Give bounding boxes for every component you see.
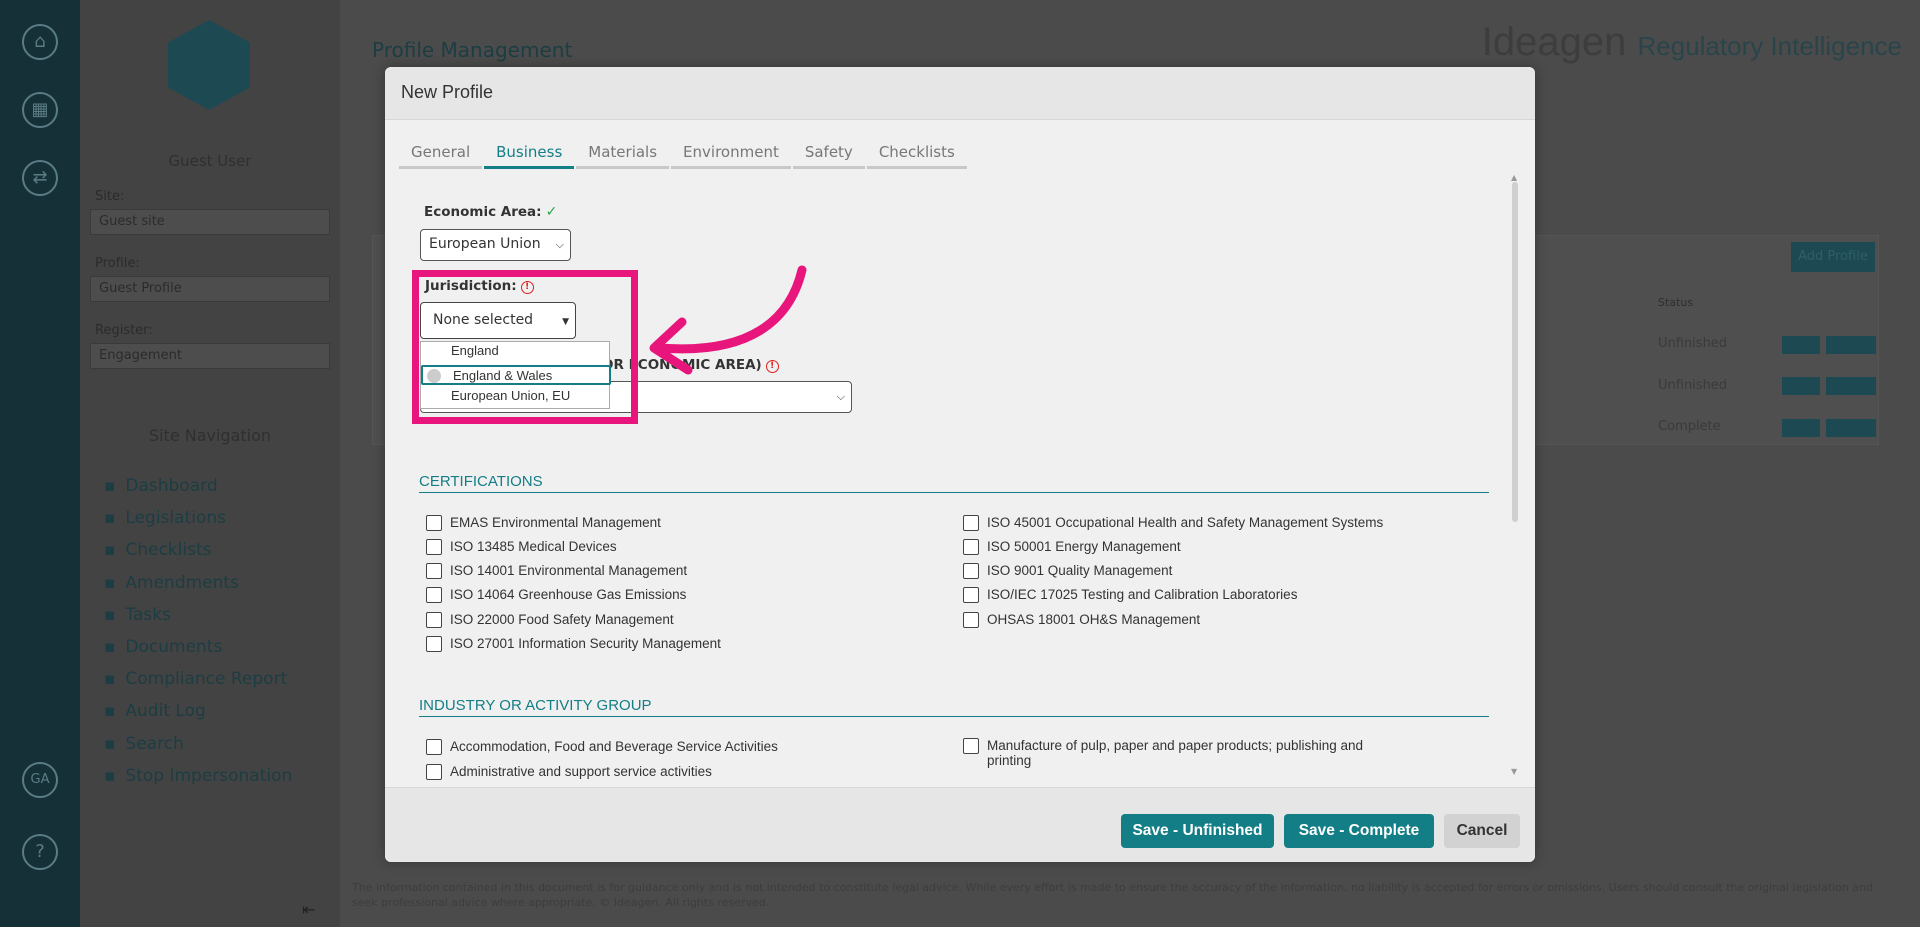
certification-option[interactable]: ISO 50001 Energy Management [963, 539, 1181, 555]
checkbox[interactable] [426, 764, 442, 780]
home-icon[interactable]: ⌂ [22, 24, 58, 60]
industry-option[interactable]: Manufacture of pulp, paper and paper pro… [963, 738, 1403, 768]
left-rail: ⌂ ▦ ⇄ GA ? [0, 0, 80, 927]
certification-option[interactable]: ISO 27001 Information Security Managemen… [426, 636, 721, 652]
tab-general[interactable]: General [399, 137, 483, 169]
checkbox[interactable] [426, 739, 442, 755]
copy-button[interactable] [1826, 336, 1876, 354]
modal-tabs: General Business Materials Environment S… [399, 137, 969, 169]
chevron-down-icon: ⌵ [555, 238, 564, 251]
certification-option[interactable]: ISO/IEC 17025 Testing and Calibration La… [963, 587, 1297, 603]
switch-icon[interactable]: ⇄ [22, 160, 58, 196]
register-select[interactable]: Engagement [90, 343, 330, 369]
status-cell: Unfinished [1658, 378, 1728, 393]
certification-option[interactable]: ISO 14064 Greenhouse Gas Emissions [426, 587, 686, 603]
checkbox[interactable] [963, 563, 979, 579]
building-icon[interactable]: ▦ [22, 92, 58, 128]
brand-logo: Ideagen Regulatory Intelligence [1481, 20, 1902, 64]
checkbox[interactable] [963, 738, 979, 754]
page-title: Profile Management [372, 38, 573, 62]
site-select[interactable]: Guest site [90, 209, 330, 235]
nav-item-legislations[interactable]: ▪ Legislations [104, 502, 292, 534]
tab-environment[interactable]: Environment [671, 137, 791, 169]
nav-item-dashboard[interactable]: ▪ Dashboard [104, 470, 292, 502]
copy-button[interactable] [1826, 377, 1876, 395]
check-icon: ✓ [545, 204, 558, 220]
nav-item-audit-log[interactable]: ▪ Audit Log [104, 695, 292, 727]
add-profile-button[interactable]: Add Profile [1791, 242, 1875, 272]
scroll-thumb[interactable] [1512, 182, 1518, 522]
edit-button[interactable] [1782, 419, 1820, 437]
save-unfinished-button[interactable]: Save - Unfinished [1121, 814, 1274, 848]
avatar[interactable]: GA [22, 762, 58, 798]
economic-area-select[interactable]: European Union ⌵ [420, 229, 571, 261]
certification-option[interactable]: ISO 45001 Occupational Health and Safety… [963, 515, 1383, 531]
nav-item-compliance-report[interactable]: ▪ Compliance Report [104, 663, 292, 695]
checkbox[interactable] [963, 515, 979, 531]
nav-item-stop-impersonation[interactable]: ▪ Stop Impersonation [104, 760, 292, 792]
save-complete-button[interactable]: Save - Complete [1284, 814, 1434, 848]
modal-title: New Profile [401, 82, 494, 102]
checkbox[interactable] [426, 612, 442, 628]
checkbox[interactable] [426, 563, 442, 579]
pointer-arrow-icon [649, 265, 807, 375]
economic-area-label: Economic Area: ✓ [424, 204, 558, 220]
site-label: Site: [95, 189, 125, 204]
profile-label: Profile: [95, 256, 140, 271]
checkbox[interactable] [426, 515, 442, 531]
certification-option[interactable]: ISO 13485 Medical Devices [426, 539, 617, 555]
status-cell: Complete [1658, 419, 1721, 434]
help-icon[interactable]: ? [22, 834, 58, 870]
checkbox[interactable] [963, 539, 979, 555]
checkbox[interactable] [963, 612, 979, 628]
register-label: Register: [95, 323, 153, 338]
industry-title: INDUSTRY OR ACTIVITY GROUP [419, 697, 1489, 717]
checkbox[interactable] [963, 587, 979, 603]
collapse-sidebar-icon[interactable]: ⇤ [302, 900, 315, 919]
scroll-up-icon[interactable]: ▲ [1511, 173, 1517, 182]
nav-item-tasks[interactable]: ▪ Tasks [104, 599, 292, 631]
sidebar-user-name: Guest User [168, 152, 252, 170]
certification-option[interactable]: ISO 14001 Environmental Management [426, 563, 687, 579]
footer-disclaimer: The information contained in this docume… [352, 881, 1874, 909]
checkbox[interactable] [426, 587, 442, 603]
new-profile-modal: New Profile General Business Materials E… [385, 67, 1535, 862]
scroll-down-icon[interactable]: ▼ [1511, 767, 1517, 776]
highlight-box [412, 270, 638, 424]
copy-button[interactable] [1826, 419, 1876, 437]
tab-business[interactable]: Business [484, 137, 575, 169]
chevron-down-icon: ⌵ [836, 390, 845, 403]
certifications-title: CERTIFICATIONS [419, 473, 1489, 493]
tab-safety[interactable]: Safety [792, 137, 865, 169]
site-navigation: ▪ Dashboard ▪ Legislations ▪ Checklists … [104, 470, 292, 792]
certification-option[interactable]: ISO 9001 Quality Management [963, 563, 1172, 579]
modal-header [385, 67, 1535, 120]
status-cell: Unfinished [1658, 336, 1728, 351]
nav-item-documents[interactable]: ▪ Documents [104, 631, 292, 663]
nav-item-checklists[interactable]: ▪ Checklists [104, 534, 292, 566]
certification-option[interactable]: ISO 22000 Food Safety Management [426, 612, 674, 628]
checkbox[interactable] [426, 539, 442, 555]
nav-item-search[interactable]: ▪ Search [104, 728, 292, 760]
nav-item-amendments[interactable]: ▪ Amendments [104, 567, 292, 599]
cancel-button[interactable]: Cancel [1444, 814, 1520, 848]
status-column-header: Status [1658, 296, 1694, 309]
certification-option[interactable]: OHSAS 18001 OH&S Management [963, 612, 1200, 628]
edit-button[interactable] [1782, 377, 1820, 395]
profile-select[interactable]: Guest Profile [90, 276, 330, 302]
site-navigation-title: Site Navigation [148, 426, 272, 445]
industry-option[interactable]: Accommodation, Food and Beverage Service… [426, 739, 778, 755]
edit-button[interactable] [1782, 336, 1820, 354]
checkbox[interactable] [426, 636, 442, 652]
tab-checklists[interactable]: Checklists [866, 137, 967, 169]
tab-materials[interactable]: Materials [576, 137, 670, 169]
certification-option[interactable]: EMAS Environmental Management [426, 515, 661, 531]
industry-option[interactable]: Administrative and support service activ… [426, 764, 712, 780]
